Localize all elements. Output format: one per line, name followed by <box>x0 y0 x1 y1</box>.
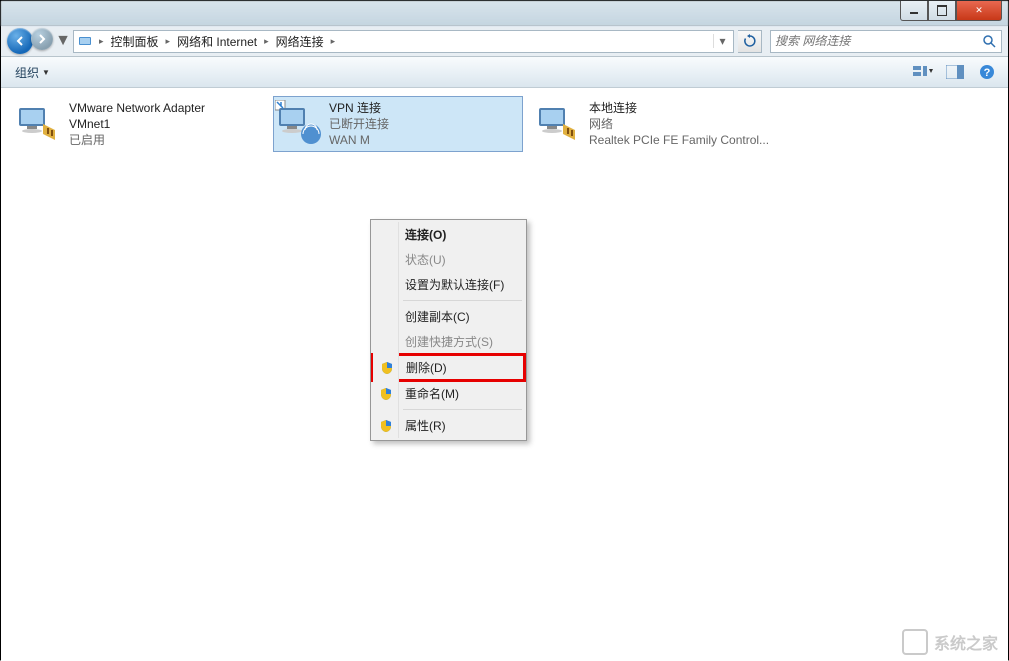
address-bar[interactable]: ▸ 控制面板 ▸ 网络和 Internet ▸ 网络连接 ▸ ▾ <box>73 30 734 53</box>
breadcrumb-separator: ▸ <box>259 36 274 47</box>
ctx-separator <box>403 409 522 410</box>
preview-pane-button[interactable] <box>944 62 966 82</box>
connection-item-vpn[interactable]: VPN 连接 已断开连接 WAN M <box>273 96 523 152</box>
refresh-button[interactable] <box>738 30 762 53</box>
connection-status: 已启用 <box>69 132 205 148</box>
content-area[interactable]: VMware Network Adapter VMnet1 已启用 VPN 连接… <box>1 88 1008 661</box>
uac-shield-icon <box>379 419 393 433</box>
dropdown-icon: ▼ <box>42 68 50 77</box>
connection-subtitle: 网络 <box>589 116 769 132</box>
connection-status: Realtek PCIe FE Family Control... <box>589 132 769 148</box>
svg-text:?: ? <box>984 67 991 79</box>
watermark-text: 系统之家 <box>934 630 998 654</box>
nav-history-dropdown[interactable]: ▼ <box>57 31 69 51</box>
ctx-set-default[interactable]: 设置为默认连接(F) <box>373 272 524 297</box>
connection-title: VMware Network Adapter <box>69 100 205 116</box>
connection-subtitle: 已断开连接 <box>329 116 389 132</box>
connection-item-local[interactable]: 本地连接 网络 Realtek PCIe FE Family Control..… <box>533 96 783 152</box>
search-icon[interactable] <box>981 33 997 49</box>
search-input[interactable] <box>775 34 981 48</box>
ctx-rename-label: 重命名(M) <box>405 387 459 401</box>
uac-shield-icon <box>379 387 393 401</box>
connection-item-vmware[interactable]: VMware Network Adapter VMnet1 已启用 <box>13 96 263 152</box>
ctx-properties-label: 属性(R) <box>405 419 446 433</box>
connection-title: 本地连接 <box>589 100 769 116</box>
breadcrumb-separator: ▸ <box>326 36 341 47</box>
nav-bar: ▼ ▸ 控制面板 ▸ 网络和 Internet ▸ 网络连接 ▸ ▾ <box>1 26 1008 57</box>
window-controls: ✕ <box>900 1 1002 21</box>
ctx-delete-label: 删除(D) <box>406 361 447 375</box>
close-button[interactable]: ✕ <box>956 1 1002 21</box>
breadcrumb-network-connections[interactable]: 网络连接 <box>274 33 326 50</box>
location-icon <box>76 32 94 50</box>
search-box[interactable] <box>770 30 1002 53</box>
vpn-connection-icon <box>275 100 323 148</box>
organize-button[interactable]: 组织 ▼ <box>11 62 54 83</box>
minimize-button[interactable] <box>900 1 928 21</box>
ctx-properties[interactable]: 属性(R) <box>373 413 524 438</box>
network-adapter-icon <box>15 100 63 148</box>
address-dropdown[interactable]: ▾ <box>713 34 731 48</box>
breadcrumb-separator: ▸ <box>161 36 176 47</box>
back-button[interactable] <box>7 28 33 54</box>
breadcrumb-network-internet[interactable]: 网络和 Internet <box>175 33 259 50</box>
ctx-separator <box>403 300 522 301</box>
connection-title: VPN 连接 <box>329 100 389 116</box>
ctx-create-copy[interactable]: 创建副本(C) <box>373 304 524 329</box>
breadcrumb-separator: ▸ <box>94 36 109 47</box>
ctx-rename[interactable]: 重命名(M) <box>373 381 524 406</box>
ctx-status: 状态(U) <box>373 247 524 272</box>
uac-shield-icon <box>380 361 394 375</box>
view-options-button[interactable] <box>912 62 934 82</box>
forward-button[interactable] <box>31 28 53 50</box>
local-connection-icon <box>535 100 583 148</box>
watermark: 系统之家 <box>902 629 998 655</box>
help-button[interactable]: ? <box>976 62 998 82</box>
connection-subtitle: VMnet1 <box>69 116 205 132</box>
watermark-icon <box>902 629 928 655</box>
organize-label: 组织 <box>15 64 39 81</box>
highlight-annotation: 删除(D) <box>371 353 526 382</box>
connection-status: WAN M <box>329 132 389 148</box>
context-menu: 连接(O) 状态(U) 设置为默认连接(F) 创建副本(C) 创建快捷方式(S)… <box>370 219 527 441</box>
ctx-create-shortcut: 创建快捷方式(S) <box>373 329 524 354</box>
title-bar <box>1 1 1008 26</box>
toolbar: 组织 ▼ ? <box>1 57 1008 88</box>
ctx-delete[interactable]: 删除(D) <box>374 356 523 379</box>
breadcrumb-control-panel[interactable]: 控制面板 <box>109 33 161 50</box>
maximize-button[interactable] <box>928 1 956 21</box>
ctx-connect[interactable]: 连接(O) <box>373 222 524 247</box>
